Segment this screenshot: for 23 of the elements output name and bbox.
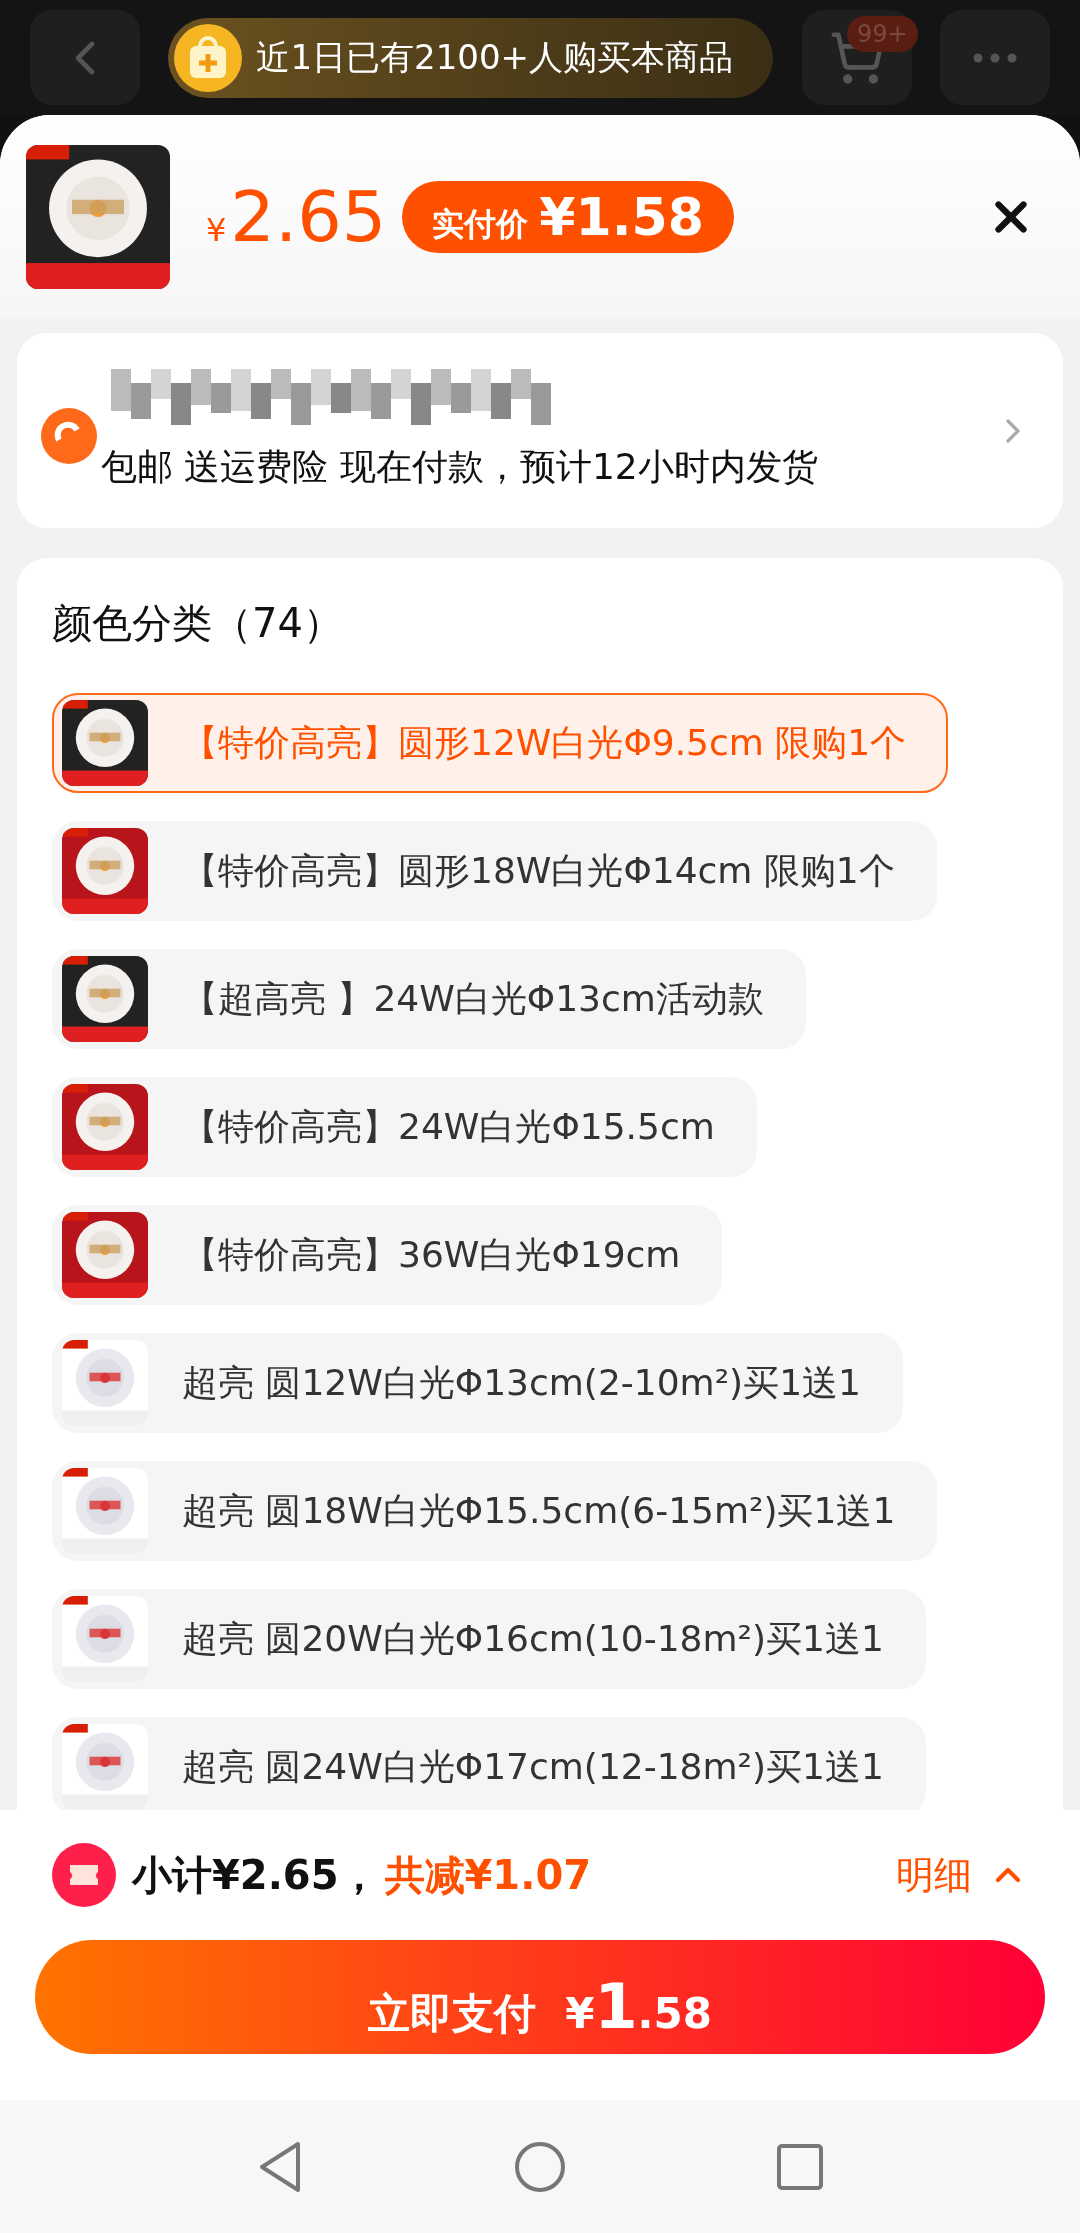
variant-option[interactable]: 【特价高亮】圆形18W白光Φ14cm 限购1个 — [52, 821, 937, 921]
variant-option[interactable]: 【特价高亮】36W白光Φ19cm — [52, 1205, 723, 1305]
banner-text: 近1日已有2100+人购买本商品 — [256, 35, 734, 79]
variant-option[interactable]: 超亮 圆20W白光Φ16cm(10-18m²)买1送1 — [52, 1589, 926, 1689]
variant-option[interactable]: 【超高亮 】24W白光Φ13cm活动款 — [52, 949, 806, 1049]
section-title: 颜色分类（74） — [52, 599, 344, 648]
more-icon — [972, 52, 1017, 63]
variant-option[interactable]: 【特价高亮】24W白光Φ15.5cm — [52, 1077, 757, 1177]
price: ¥2.65 — [206, 175, 387, 258]
coupon-icon — [52, 1843, 116, 1907]
variant-option[interactable]: 超亮 圆24W白光Φ17cm(12-18m²)买1送1 — [52, 1717, 926, 1810]
final-price-badge: 实付价 ¥1.58 — [402, 180, 734, 253]
variant-option[interactable]: 超亮 圆12W白光Φ13cm(2-10m²)买1送1 — [52, 1333, 903, 1433]
location-icon — [39, 405, 99, 466]
discount-text: 共减¥1.07 — [384, 1850, 592, 1900]
shopping-bag-icon — [174, 23, 243, 92]
pay-button[interactable]: 立即支付 ¥1.58 — [35, 1940, 1045, 2054]
subtotal-text: 小计¥2.65， — [132, 1850, 379, 1900]
recents-nav-icon[interactable] — [776, 2142, 824, 2191]
variant-option[interactable]: 超亮 圆18W白光Φ15.5cm(6-15m²)买1送1 — [52, 1461, 938, 1561]
delivery-info: 包邮 送运费险 现在付款，预计12小时内发货 — [101, 445, 819, 489]
address-card[interactable]: 包邮 送运费险 现在付款，预计12小时内发货 — [17, 333, 1063, 528]
home-nav-icon[interactable] — [514, 2140, 566, 2193]
